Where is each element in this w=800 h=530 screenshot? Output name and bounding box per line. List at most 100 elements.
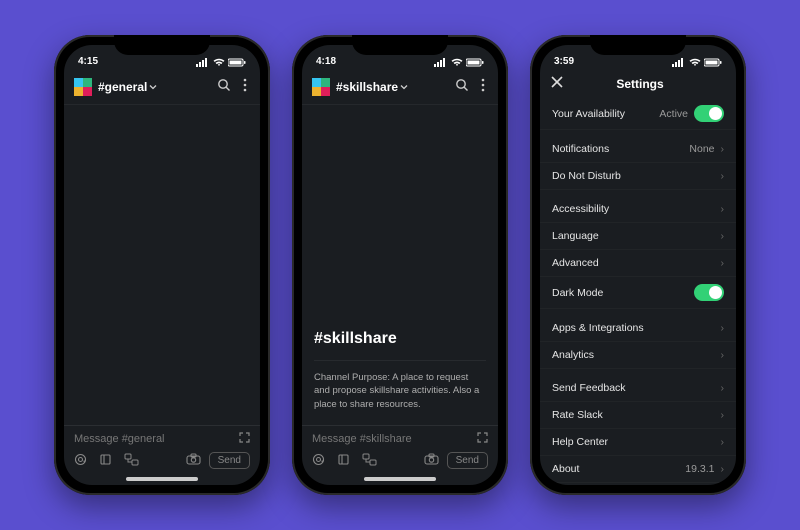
- battery-icon: [704, 58, 722, 67]
- row-analytics[interactable]: Analytics ›: [540, 342, 736, 369]
- chevron-right-icon: ›: [721, 349, 725, 361]
- notch: [590, 35, 686, 55]
- wifi-icon: [451, 58, 463, 67]
- camera-icon[interactable]: [186, 453, 201, 468]
- search-icon[interactable]: [452, 75, 472, 98]
- chevron-right-icon: ›: [721, 203, 725, 215]
- expand-icon[interactable]: [239, 432, 250, 446]
- row-value: 19.3.1: [685, 463, 714, 475]
- attachment-icon[interactable]: [99, 453, 112, 469]
- chevron-right-icon: ›: [721, 463, 725, 475]
- signal-icon: [672, 58, 686, 67]
- status-icons: [196, 58, 246, 67]
- chevron-right-icon: ›: [721, 230, 725, 242]
- row-label: Your Availability: [552, 108, 625, 120]
- chevron-right-icon: ›: [721, 436, 725, 448]
- row-rate[interactable]: Rate Slack ›: [540, 402, 736, 429]
- message-composer: Message #general: [64, 425, 260, 473]
- chevron-right-icon: ›: [721, 409, 725, 421]
- send-button[interactable]: Send: [209, 452, 250, 469]
- channel-title[interactable]: #skillshare: [336, 80, 408, 94]
- row-availability[interactable]: Your Availability Active: [540, 98, 736, 130]
- more-icon[interactable]: [478, 75, 488, 98]
- row-label: Notifications: [552, 143, 609, 155]
- row-help[interactable]: Help Center ›: [540, 429, 736, 456]
- notch: [352, 35, 448, 55]
- phone-frame: 3:59 Settings Your Availability Active: [530, 35, 746, 495]
- row-advanced[interactable]: Advanced ›: [540, 250, 736, 277]
- signal-icon: [196, 58, 210, 67]
- slack-logo-icon: [74, 78, 92, 96]
- row-label: Do Not Disturb: [552, 170, 621, 182]
- channel-name: #general: [98, 80, 147, 94]
- channel-title[interactable]: #general: [98, 80, 157, 94]
- more-icon[interactable]: [240, 75, 250, 98]
- channel-heading: #skillshare: [314, 330, 486, 348]
- row-value: None: [689, 143, 714, 155]
- row-about[interactable]: About 19.3.1 ›: [540, 456, 736, 483]
- toggle-on-icon[interactable]: [694, 284, 724, 301]
- camera-icon[interactable]: [424, 453, 439, 468]
- search-icon[interactable]: [214, 75, 234, 98]
- battery-icon: [228, 58, 246, 67]
- row-language[interactable]: Language ›: [540, 223, 736, 250]
- expand-icon[interactable]: [477, 432, 488, 446]
- row-label: About: [552, 463, 579, 475]
- shortcuts-icon[interactable]: [124, 453, 139, 469]
- attachment-icon[interactable]: [337, 453, 350, 469]
- status-time: 3:59: [554, 56, 574, 67]
- mention-icon[interactable]: [312, 453, 325, 469]
- chevron-right-icon: ›: [721, 143, 725, 155]
- row-label: Rate Slack: [552, 409, 603, 421]
- message-area: #skillshare Channel Purpose: A place to …: [302, 105, 498, 425]
- row-label: Send Feedback: [552, 382, 626, 394]
- chevron-down-icon: [400, 83, 408, 91]
- wifi-icon: [213, 58, 225, 67]
- chevron-right-icon: ›: [721, 170, 725, 182]
- message-input[interactable]: Message #general: [74, 433, 239, 445]
- message-area: [64, 105, 260, 425]
- channel-header: #general: [64, 69, 260, 105]
- row-label: Apps & Integrations: [552, 322, 644, 334]
- battery-icon: [466, 58, 484, 67]
- row-apps[interactable]: Apps & Integrations ›: [540, 315, 736, 342]
- shortcuts-icon[interactable]: [362, 453, 377, 469]
- channel-purpose: Channel Purpose: A place to request and …: [314, 371, 486, 411]
- row-label: Language: [552, 230, 599, 242]
- channel-header: #skillshare: [302, 69, 498, 105]
- signal-icon: [434, 58, 448, 67]
- row-darkmode[interactable]: Dark Mode: [540, 277, 736, 309]
- notch: [114, 35, 210, 55]
- status-time: 4:15: [78, 56, 98, 67]
- chevron-right-icon: ›: [721, 322, 725, 334]
- settings-list: Your Availability Active Notifications N…: [540, 98, 736, 485]
- purpose-divider: [314, 360, 486, 361]
- chevron-right-icon: ›: [721, 257, 725, 269]
- mention-icon[interactable]: [74, 453, 87, 469]
- home-indicator[interactable]: [364, 477, 436, 481]
- phone-frame: 4:15 #general: [54, 35, 270, 495]
- row-accessibility[interactable]: Accessibility ›: [540, 196, 736, 223]
- row-label: Help Center: [552, 436, 608, 448]
- row-label: Accessibility: [552, 203, 609, 215]
- settings-header: Settings: [540, 69, 736, 98]
- message-input[interactable]: Message #skillshare: [312, 433, 477, 445]
- home-indicator[interactable]: [126, 477, 198, 481]
- toggle-on-icon[interactable]: [694, 105, 724, 122]
- row-notifications[interactable]: Notifications None ›: [540, 136, 736, 163]
- status-icons: [672, 58, 722, 67]
- chevron-right-icon: ›: [721, 382, 725, 394]
- screen: 4:15 #general: [64, 45, 260, 485]
- settings-title: Settings: [554, 77, 726, 91]
- send-button[interactable]: Send: [447, 452, 488, 469]
- status-time: 4:18: [316, 56, 336, 67]
- slack-logo-icon: [312, 78, 330, 96]
- status-icons: [434, 58, 484, 67]
- screen: 3:59 Settings Your Availability Active: [540, 45, 736, 485]
- row-label: Analytics: [552, 349, 594, 361]
- row-dnd[interactable]: Do Not Disturb ›: [540, 163, 736, 190]
- row-label: Advanced: [552, 257, 599, 269]
- row-value: Active: [659, 108, 688, 120]
- phone-frame: 4:18 #skillshare: [292, 35, 508, 495]
- row-feedback[interactable]: Send Feedback ›: [540, 375, 736, 402]
